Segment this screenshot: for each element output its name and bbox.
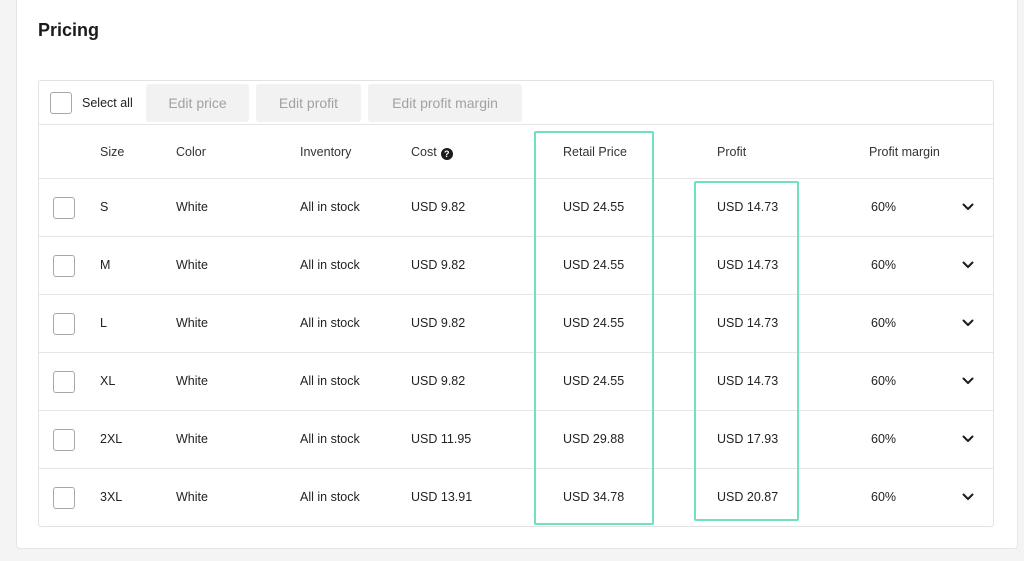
table-toolbar: Select all Edit price Edit profit Edit p… (39, 81, 993, 125)
cell-profit-margin: 60% (871, 432, 897, 446)
row-checkbox[interactable] (53, 371, 75, 393)
cell-color: White (176, 374, 208, 388)
cell-profit: USD 14.73 (717, 374, 779, 388)
cell-color: White (176, 316, 208, 330)
pricing-table: Select all Edit price Edit profit Edit p… (38, 80, 994, 527)
cell-profit-margin: 60% (871, 200, 897, 214)
cell-size: M (100, 258, 111, 272)
cell-retail-price: USD 29.88 (563, 432, 625, 446)
cell-color: White (176, 200, 208, 214)
table-row: M White All in stock USD 9.82 USD 24.55 USD 1… (39, 237, 993, 295)
cell-size: L (100, 316, 107, 330)
cell-profit: USD 17.93 (717, 432, 779, 446)
question-circle-icon[interactable]: ? (440, 148, 453, 160)
cell-retail-price: USD 34.78 (563, 490, 625, 504)
table-header: Size Color Inventory Cost? Retail Price … (39, 125, 993, 179)
cell-color: White (176, 490, 208, 504)
header-color: Color (176, 145, 206, 159)
row-checkbox[interactable] (53, 429, 75, 451)
cell-size: 2XL (100, 432, 123, 446)
table-row: L White All in stock USD 9.82 USD 24.55 USD 1… (39, 295, 993, 353)
cell-retail-price: USD 24.55 (563, 316, 625, 330)
header-cost: Cost? (411, 145, 453, 160)
header-profit-margin: Profit margin (869, 145, 940, 159)
cell-cost: USD 9.82 (411, 258, 466, 272)
cell-profit-margin: 60% (871, 258, 897, 272)
cell-color: White (176, 258, 208, 272)
row-checkbox[interactable] (53, 487, 75, 509)
cell-profit: USD 20.87 (717, 490, 779, 504)
table-row: XL White All in stock USD 9.82 USD 24.55 USD … (39, 353, 993, 411)
header-retail-price: Retail Price (563, 145, 627, 159)
row-checkbox[interactable] (53, 255, 75, 277)
section-title: Pricing (38, 20, 100, 40)
header-cost-label: Cost (411, 145, 437, 159)
cell-color: White (176, 432, 208, 446)
cell-profit: USD 14.73 (717, 258, 779, 272)
cell-inventory: All in stock (300, 316, 360, 330)
select-all-label: Select all (82, 96, 133, 110)
cell-profit-margin: 60% (871, 316, 897, 330)
select-all-checkbox[interactable] (50, 92, 72, 114)
table-row: S White All in stock USD 9.82 USD 24.55 USD 1… (39, 179, 993, 237)
header-inventory: Inventory (300, 145, 352, 159)
cell-inventory: All in stock (300, 200, 360, 214)
chevron-down-icon[interactable] (961, 374, 975, 388)
edit-profit-margin-button[interactable]: Edit profit margin (368, 84, 522, 122)
cell-inventory: All in stock (300, 374, 360, 388)
chevron-down-icon[interactable] (961, 490, 975, 504)
cell-size: XL (100, 374, 116, 388)
cell-cost: USD 9.82 (411, 374, 466, 388)
cell-retail-price: USD 24.55 (563, 374, 625, 388)
cell-inventory: All in stock (300, 258, 360, 272)
cell-size: S (100, 200, 109, 214)
cell-size: 3XL (100, 490, 123, 504)
header-size: Size (100, 145, 125, 159)
row-checkbox[interactable] (53, 197, 75, 219)
chevron-down-icon[interactable] (961, 432, 975, 446)
cell-cost: USD 9.82 (411, 200, 466, 214)
table-row: 2XL White All in stock USD 11.95 USD 29.88 US… (39, 411, 993, 469)
header-profit: Profit (717, 145, 747, 159)
cell-retail-price: USD 24.55 (563, 200, 625, 214)
cell-profit: USD 14.73 (717, 200, 779, 214)
cell-inventory: All in stock (300, 432, 360, 446)
table-row: 3XL White All in stock USD 13.91 USD 34.78 US… (39, 469, 993, 527)
chevron-down-icon[interactable] (961, 258, 975, 272)
cell-profit-margin: 60% (871, 490, 897, 504)
chevron-down-icon[interactable] (961, 316, 975, 330)
row-checkbox[interactable] (53, 313, 75, 335)
cell-cost: USD 13.91 (411, 490, 473, 504)
edit-profit-button[interactable]: Edit profit (256, 84, 361, 122)
cell-profit-margin: 60% (871, 374, 897, 388)
cell-profit: USD 14.73 (717, 316, 779, 330)
chevron-down-icon[interactable] (961, 200, 975, 214)
cell-cost: USD 9.82 (411, 316, 466, 330)
cell-cost: USD 11.95 (411, 432, 472, 446)
cell-retail-price: USD 24.55 (563, 258, 625, 272)
edit-price-button[interactable]: Edit price (146, 84, 249, 122)
cell-inventory: All in stock (300, 490, 360, 504)
